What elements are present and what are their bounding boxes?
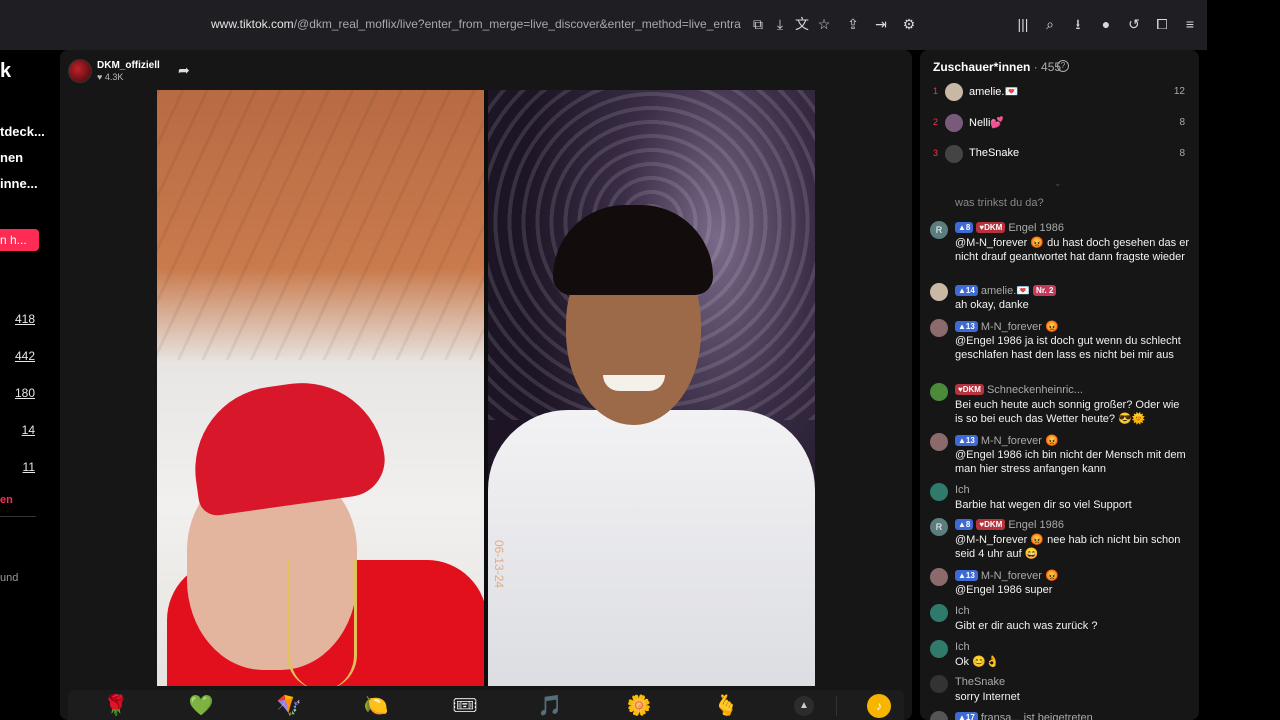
sidebar-login-button[interactable]: n h... [0,229,39,251]
avatar [945,114,963,132]
chat-username[interactable]: Ich [955,641,970,653]
sidebar-item-friends[interactable]: inne... [0,176,38,191]
date-stamp: 06-13-24 [492,540,506,589]
gift-flower-icon[interactable]: 🌼 [624,694,654,718]
avatar[interactable] [930,675,948,693]
avatar[interactable] [930,483,948,501]
avatar[interactable] [930,640,948,658]
top-viewer-row[interactable]: 3 TheSnake 8 [933,144,1189,164]
video-left-participant [157,90,484,686]
chat-username[interactable]: M-N_forever 😡 [981,570,1059,582]
red-cap [184,372,390,518]
chevron-up-icon[interactable]: ▲ [794,696,814,716]
avatar[interactable] [930,383,948,401]
chat-username[interactable]: Ich [955,484,970,496]
share-icon[interactable]: ➦ [178,62,190,79]
chat-username[interactable]: M-N_forever 😡 [981,435,1059,447]
library-icon[interactable]: ||| [1014,15,1032,33]
gold-chain [287,560,357,686]
downloads-icon[interactable]: ⭳ [1069,15,1087,33]
smile [603,375,665,391]
chat-username[interactable]: amelie.💌 [981,285,1030,297]
avatar [945,83,963,101]
left-sidebar: k tdeck... nen inne... n h... 418 442 18… [0,50,52,720]
live-video[interactable]: 06-13-24 [157,90,815,686]
chat-username[interactable]: fransa... [981,712,1021,720]
gift-crane-icon[interactable]: 🪁 [274,694,304,718]
video-right-participant: 06-13-24 [488,90,815,686]
gift-finger-heart-icon[interactable]: 🫰 [711,694,741,718]
settings-gear-icon[interactable]: ⚙ [900,15,918,33]
gift-music-icon[interactable]: 🎵 [535,694,565,718]
host-name[interactable]: DKM_offiziell [97,60,160,71]
translate-icon[interactable]: 文 [793,15,811,33]
avatar[interactable]: R [930,518,948,536]
send-to-device-icon[interactable]: ⇥ [872,15,890,33]
sidebar-count[interactable]: 180 [15,386,35,400]
chat-panel: Zuschauer*innen · 455 ? 1 amelie.💌 12 2 … [920,50,1199,720]
host-likes: ♥ 4.3K [97,72,124,82]
menu-icon[interactable]: ≡ [1181,15,1199,33]
avatar[interactable]: R [930,221,948,239]
gift-divider [836,696,837,716]
live-stream-panel: DKM_offiziell ♥ 4.3K ➦ 06-13-24 🌹 💚 🪁 🍋 … [60,50,912,720]
avatar[interactable] [930,568,948,586]
share-page-icon[interactable]: ⇪ [844,15,862,33]
browser-toolbar: ✉ ▣ ⛨ ⇄ www.tiktok.com/@dkm_real_moflix/… [0,0,1207,50]
coin-icon[interactable]: ♪ [867,694,891,718]
gift-ticket-icon[interactable]: 🎟 [450,694,480,718]
chat-username[interactable]: Schneckenheinric... [987,384,1083,396]
history-icon[interactable]: ↺ [1125,15,1143,33]
top-viewer-row[interactable]: 1 amelie.💌 12 [933,82,1189,102]
viewers-title[interactable]: Zuschauer*innen · 455 [933,60,1061,74]
sidebar-count[interactable]: 418 [15,312,35,326]
gift-bar: 🌹 💚 🪁 🍋 🎟 🎵 🌼 🫰 ▲ ♪ [68,690,904,720]
avatar[interactable] [930,604,948,622]
sidebar-footer-text[interactable]: und [0,572,18,584]
top-viewer-row[interactable]: 2 Nelli💕 8 [933,113,1189,133]
chevron-down-icon[interactable]: ⌄ [1054,178,1062,189]
sidebar-count[interactable]: 14 [22,423,35,437]
sidebar-item-explore[interactable]: tdeck... [0,124,45,139]
picture-in-picture-icon[interactable]: ⧉ [749,15,767,33]
sidebar-see-more-link[interactable]: en [0,494,13,506]
chat-username[interactable]: TheSnake [955,676,1005,688]
ceiling-texture [157,90,484,360]
extensions-icon[interactable]: ⧠ [1153,15,1171,33]
chat-username[interactable]: Engel 1986 [1008,519,1064,531]
sidebar-divider [0,516,36,517]
url-text[interactable]: www.tiktok.com/@dkm_real_moflix/live?ent… [211,17,741,31]
gift-heart-icon[interactable]: 💚 [186,694,216,718]
avatar[interactable] [930,433,948,451]
bookmark-star-icon[interactable]: ☆ [815,15,833,33]
sidebar-item-following[interactable]: nen [0,150,23,165]
chat-username[interactable]: Ich [955,605,970,617]
host-avatar[interactable] [68,59,92,83]
sidebar-count[interactable]: 442 [15,349,35,363]
search-icon[interactable]: ⌕ [1041,15,1059,33]
tiktok-logo[interactable]: k [0,60,11,83]
avatar[interactable] [930,283,948,301]
help-icon[interactable]: ? [1057,60,1069,72]
avatar [945,145,963,163]
sidebar-count[interactable]: 11 [23,460,35,474]
chat-username[interactable]: M-N_forever 😡 [981,321,1059,333]
screen-edge [1207,0,1280,720]
gift-fortune-icon[interactable]: 🍋 [361,694,391,718]
chat-username[interactable]: Engel 1986 [1008,222,1064,234]
avatar[interactable] [930,711,948,720]
gift-rose-icon[interactable]: 🌹 [101,694,131,718]
download-page-icon[interactable]: ⤓ [771,15,789,33]
white-shirt [488,410,815,686]
avatar[interactable] [930,319,948,337]
chat-faded-message: was trinkst du da? [955,197,1044,209]
account-icon[interactable]: ● [1097,15,1115,33]
